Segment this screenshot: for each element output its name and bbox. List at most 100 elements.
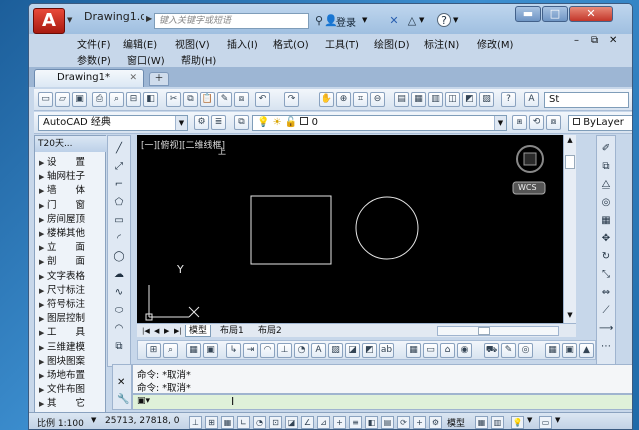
pan-icon[interactable]: ✋ [319,92,334,107]
ellipse-arc-icon[interactable]: ◠ [112,322,126,336]
grid-panel-icon[interactable]: ▦ [545,343,560,358]
snap-icon[interactable]: ⊞ [205,416,218,429]
otrack-icon[interactable]: ∠ [301,416,314,429]
redo-icon[interactable]: ↷ [284,92,299,107]
doc-close-icon[interactable]: ✕ [609,35,617,46]
status-menu-icon[interactable]: ▼ [555,416,560,424]
pen-icon[interactable]: ✎ [501,343,516,358]
color-dropdown[interactable]: ByLayer [568,115,632,131]
copy-object-icon[interactable]: ⧉ [599,160,613,174]
erase-icon[interactable]: ✐ [599,142,613,156]
scale-dropdown-icon[interactable]: ▼ [91,416,96,424]
polar-icon[interactable]: ◔ [253,416,266,429]
gradient-icon[interactable]: ◪ [345,343,360,358]
app-menu-arrow-icon[interactable]: ▼ [67,16,75,24]
layout-model-icon[interactable]: ▦ [475,416,488,429]
polyline-icon[interactable]: ⌐ [112,178,126,192]
publish-icon[interactable]: ⊟ [126,92,141,107]
t20-menu-item[interactable]: ▶ 文件布图 [39,383,105,397]
status-dropdown-icon[interactable]: ▼ [527,416,532,424]
t20-menu-item[interactable]: ▶ 立 面 [39,241,105,255]
trim-icon[interactable]: ⟋ [599,304,613,318]
t20-menu-item[interactable]: ▶ 文字表格 [39,270,105,284]
t20-menu-item[interactable]: ▶ 剖 面 [39,255,105,269]
scroll-up-icon[interactable]: ▲ [565,136,575,146]
menu-tools[interactable]: 工具(T) [325,36,359,51]
command-input[interactable]: ▣▾ I [132,394,632,410]
rectangle-icon[interactable]: ▭ [112,214,126,228]
scroll-down-icon[interactable]: ▼ [565,311,575,321]
t20-menu-item[interactable]: ▶ 房间屋顶 [39,213,105,227]
t20-menu-item[interactable]: ▶ 墙 体 [39,184,105,198]
open-file-icon[interactable]: ▱ [55,92,70,107]
render-icon[interactable]: ◉ [457,343,472,358]
menu-format[interactable]: 格式(O) [273,36,309,51]
tab-drawing1[interactable]: Drawing1* ✕ [34,69,144,87]
polygon-icon[interactable]: ⬠ [112,196,126,210]
arc-icon[interactable]: ◜ [112,232,126,246]
t20-menu-item[interactable]: ▶ 场地布置 [39,369,105,383]
attdef-icon[interactable]: ab [379,343,394,358]
scale-icon[interactable]: ⤡ [599,268,613,282]
table-icon[interactable]: ▦ [186,343,201,358]
tab-close-icon[interactable]: ✕ [129,70,137,86]
break-icon[interactable]: ⋯ [599,340,613,354]
dyn-icon[interactable]: + [333,416,346,429]
drawn-circle[interactable] [355,196,419,260]
viewport-controls-label[interactable]: [一][俯视][二维线框] [141,138,225,151]
exchange-icon[interactable]: ✕ [387,14,401,28]
login-button[interactable]: 登录 [336,14,356,29]
workspace-switch-icon[interactable]: ⚙ [429,416,442,429]
mirror-icon[interactable]: ⧋ [599,178,613,192]
block-editor-icon[interactable]: ⧈ [234,92,249,107]
doc-restore-icon[interactable]: ⧉ [591,35,598,46]
t20-menu-item[interactable]: ▶ 楼梯其他 [39,227,105,241]
vertical-scrollbar[interactable]: ▲ ▼ [563,135,576,323]
layer-dropdown[interactable]: 💡 ☀ 🔓 0 ▼ [252,115,507,131]
make-current-layer-icon[interactable]: ⧆ [512,115,527,130]
help-icon[interactable]: ? [437,13,451,27]
copy-icon[interactable]: ⧉ [183,92,198,107]
box-panel-icon[interactable]: ▣ [562,343,577,358]
dim-ordinate-icon[interactable]: ⊥ [277,343,292,358]
t20-menu-item[interactable]: ▶ 图块图案 [39,355,105,369]
construction-line-icon[interactable]: ⤢ [112,160,126,174]
text-style-icon[interactable]: A [524,92,539,107]
infer-constraints-icon[interactable]: ⊥ [189,416,202,429]
clean-screen-icon[interactable]: ▭ [539,416,552,429]
menu-view[interactable]: 视图(V) [175,36,210,51]
spline-icon[interactable]: ∿ [112,286,126,300]
dim-linear-icon[interactable]: ↳ [226,343,241,358]
grid-display-icon[interactable]: ▦ [406,343,421,358]
maximize-button[interactable]: □ [542,6,568,22]
hscroll-thumb[interactable] [478,327,490,335]
layer-state-icon[interactable]: ⧇ [546,115,561,130]
plot-preview-icon[interactable]: ⌕ [109,92,124,107]
tool-palettes-icon[interactable]: ▥ [428,92,443,107]
autodesk-a360-icon[interactable]: △ [405,14,419,28]
transparency-icon[interactable]: ◧ [365,416,378,429]
revision-cloud-icon[interactable]: ☁ [112,268,126,282]
tab-layout1[interactable]: 布局1 [217,325,247,337]
dim-radius-icon[interactable]: ◔ [294,343,309,358]
extend-icon[interactable]: ⟶ [599,322,613,336]
drawn-rectangle[interactable] [250,195,332,265]
design-center-icon[interactable]: ▦ [411,92,426,107]
coordinates-readout[interactable]: 25713, 27818, 0 [105,416,179,426]
menu-insert[interactable]: 插入(I) [227,36,258,51]
t20-menu-item[interactable]: ▶ 三维建模 [39,341,105,355]
autocad-logo-icon[interactable]: A [33,8,65,34]
isolate-objects-icon[interactable]: 💡 [511,416,524,429]
workspace-dropdown[interactable]: AutoCAD 经典 ▼ [38,115,188,131]
ruler-icon[interactable]: ▭ [423,343,438,358]
circle-icon[interactable]: ◯ [112,250,126,264]
drawing-canvas[interactable]: X Y 上 WCS [137,135,563,323]
new-tab-icon[interactable]: ＋ [149,72,169,86]
selection-cycling-icon[interactable]: ⟳ [397,416,410,429]
quick-properties-icon[interactable]: ▤ [381,416,394,429]
close-button[interactable]: ✕ [569,6,613,22]
viewcube-face[interactable] [523,152,537,166]
rotate-icon[interactable]: ↻ [599,250,613,264]
plot-icon[interactable]: ⎙ [92,92,107,107]
workspace-settings-icon[interactable]: ⚙ [194,115,209,130]
